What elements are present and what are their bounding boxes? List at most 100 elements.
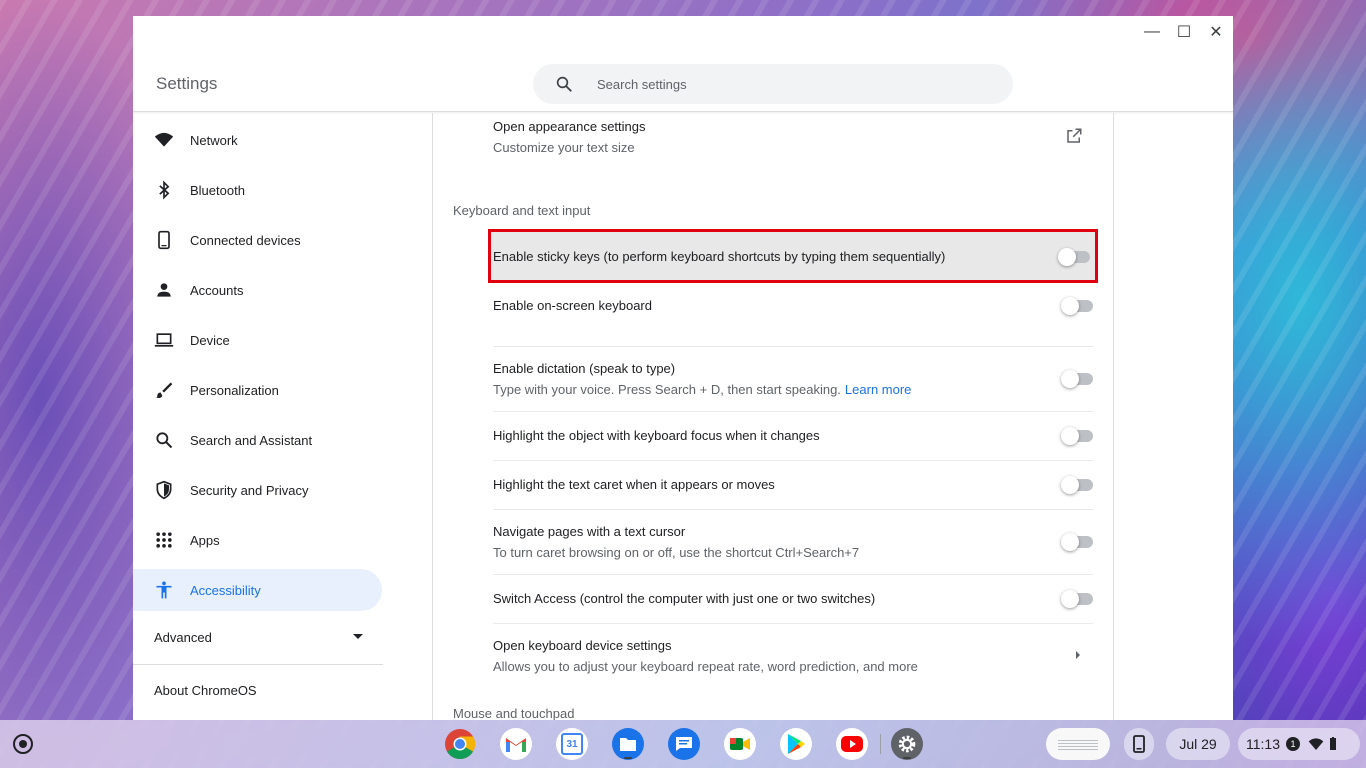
open-in-new-icon[interactable] — [1065, 127, 1083, 145]
row-subtitle: Type with your voice. Press Search + D, … — [493, 382, 912, 397]
shield-icon — [154, 480, 174, 500]
play-store-icon[interactable] — [780, 728, 812, 760]
calendar-icon[interactable]: 31 — [556, 728, 588, 760]
phone-icon — [1133, 735, 1145, 753]
caret-browsing-row[interactable]: Navigate pages with a text cursor To tur… — [493, 524, 1093, 564]
sticky-keys-toggle[interactable] — [1058, 248, 1090, 266]
switch-access-row[interactable]: Switch Access (control the computer with… — [493, 590, 1093, 611]
files-icon[interactable] — [612, 728, 644, 760]
sidebar-item-bluetooth[interactable]: Bluetooth — [133, 169, 382, 211]
row-divider — [493, 411, 1093, 412]
brush-icon — [154, 380, 174, 400]
caret-down-icon — [353, 634, 363, 639]
advanced-label: Advanced — [154, 629, 212, 645]
caret-browsing-toggle[interactable] — [1061, 533, 1093, 551]
dictation-row[interactable]: Enable dictation (speak to type) Type wi… — [493, 361, 1093, 401]
phone-hub-button[interactable] — [1124, 728, 1154, 760]
sidebar-item-network[interactable]: Network — [133, 119, 382, 161]
date-label: Jul 29 — [1179, 736, 1217, 752]
sidebar-item-label: Apps — [190, 532, 220, 548]
row-title: Highlight the text caret when it appears… — [493, 477, 775, 492]
main-content: Open appearance settings Customize your … — [433, 113, 1114, 720]
row-subtitle: Allows you to adjust your keyboard repea… — [493, 659, 918, 674]
keyboard-section-heading: Keyboard and text input — [453, 203, 591, 218]
row-title: Open keyboard device settings — [493, 638, 672, 653]
chevron-right-icon — [1076, 651, 1080, 659]
keyboard-device-settings-row[interactable]: Open keyboard device settings Allows you… — [493, 638, 1093, 678]
laptop-icon — [154, 330, 174, 350]
sidebar-item-search-and-assistant[interactable]: Search and Assistant — [133, 419, 382, 461]
person-icon — [154, 280, 174, 300]
wifi-icon — [154, 130, 174, 150]
sidebar-item-accounts[interactable]: Accounts — [133, 269, 382, 311]
sidebar-item-personalization[interactable]: Personalization — [133, 369, 382, 411]
sidebar-item-label: Accounts — [190, 282, 244, 298]
page-title: Settings — [156, 74, 218, 93]
row-divider — [493, 509, 1093, 510]
meet-icon[interactable] — [724, 728, 756, 760]
messages-icon[interactable] — [668, 728, 700, 760]
sidebar-item-label: Security and Privacy — [190, 482, 309, 498]
search-icon — [154, 430, 174, 450]
sidebar-item-apps[interactable]: Apps — [133, 519, 382, 561]
sidebar-item-connected-devices[interactable]: Connected devices — [133, 219, 382, 261]
holding-space-tray[interactable] — [1046, 728, 1110, 760]
battery-icon — [1330, 737, 1336, 750]
sidebar-item-label: Bluetooth — [190, 182, 245, 198]
row-title: Enable dictation (speak to type) — [493, 361, 676, 376]
launcher-button[interactable] — [13, 734, 33, 754]
bluetooth-icon — [154, 180, 174, 200]
search-box[interactable] — [533, 64, 1013, 104]
sidebar-item-label: Accessibility — [190, 582, 261, 598]
on-screen-keyboard-row[interactable]: Enable on-screen keyboard — [493, 297, 1093, 318]
sidebar-item-accessibility[interactable]: Accessibility — [133, 569, 382, 611]
sticky-keys-row[interactable]: Enable sticky keys (to perform keyboard … — [493, 248, 1093, 269]
row-divider — [493, 346, 1093, 347]
sidebar-item-label: Device — [190, 332, 230, 348]
row-title: Enable sticky keys (to perform keyboard … — [493, 249, 946, 264]
row-divider — [493, 623, 1093, 624]
highlight-caret-toggle[interactable] — [1061, 476, 1093, 494]
gmail-icon[interactable] — [500, 728, 532, 760]
sidebar-divider — [133, 664, 383, 665]
dictation-toggle[interactable] — [1061, 370, 1093, 388]
clock-label: 11:13 — [1246, 736, 1280, 752]
highlight-caret-row[interactable]: Highlight the text caret when it appears… — [493, 476, 1093, 497]
sidebar: Network Bluetooth Connected devices Acco… — [133, 113, 433, 720]
sidebar-item-device[interactable]: Device — [133, 319, 382, 361]
date-tray[interactable]: Jul 29 — [1166, 728, 1230, 760]
settings-icon[interactable] — [891, 728, 923, 760]
shelf-divider — [880, 734, 881, 754]
shelf: 31 Jul 29 11:13 1 — [0, 720, 1366, 768]
row-divider — [493, 574, 1093, 575]
row-divider — [493, 460, 1093, 461]
calendar-day: 31 — [561, 733, 583, 755]
highlight-focus-row[interactable]: Highlight the object with keyboard focus… — [493, 427, 1093, 448]
settings-window: — ☐ ✕ Settings Network Bluetooth — [133, 16, 1233, 720]
highlight-focus-toggle[interactable] — [1061, 427, 1093, 445]
sidebar-item-security-and-privacy[interactable]: Security and Privacy — [133, 469, 382, 511]
notification-badge: 1 — [1286, 737, 1300, 751]
accessibility-icon — [154, 580, 174, 600]
search-input[interactable] — [597, 76, 977, 92]
on-screen-keyboard-toggle[interactable] — [1061, 297, 1093, 315]
advanced-toggle[interactable]: Advanced — [154, 626, 364, 648]
close-button[interactable]: ✕ — [1206, 22, 1226, 42]
row-subtitle: Customize your text size — [493, 140, 635, 155]
minimize-button[interactable]: — — [1142, 22, 1162, 42]
screenshot-thumbnails — [1058, 738, 1098, 750]
sidebar-item-label: Connected devices — [190, 232, 301, 248]
status-tray[interactable]: 11:13 1 — [1238, 728, 1360, 760]
switch-access-toggle[interactable] — [1061, 590, 1093, 608]
apps-grid-icon — [154, 530, 174, 550]
learn-more-link[interactable]: Learn more — [845, 382, 911, 397]
mouse-section-heading: Mouse and touchpad — [453, 706, 575, 720]
wifi-icon — [1308, 738, 1324, 750]
sidebar-item-about[interactable]: About ChromeOS — [154, 683, 257, 698]
youtube-icon[interactable] — [836, 728, 868, 760]
maximize-button[interactable]: ☐ — [1174, 22, 1194, 42]
row-title: Open appearance settings — [493, 119, 646, 134]
appearance-settings-row[interactable]: Open appearance settings Customize your … — [493, 119, 1093, 159]
row-title: Switch Access (control the computer with… — [493, 591, 876, 606]
chrome-icon[interactable] — [444, 728, 476, 760]
